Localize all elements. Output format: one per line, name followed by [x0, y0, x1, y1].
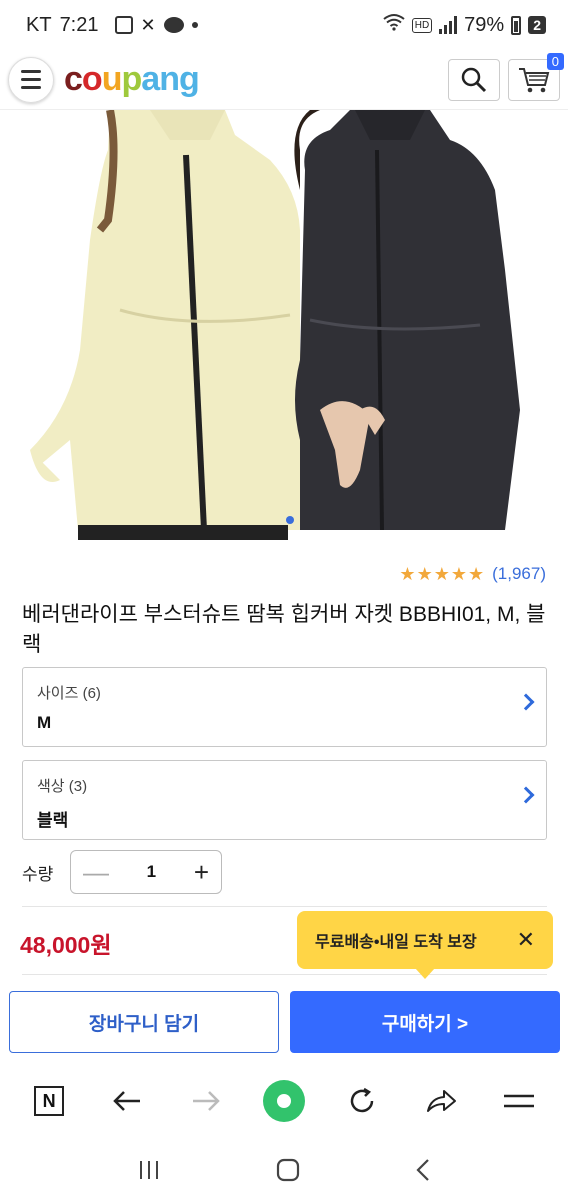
share-icon [426, 1090, 456, 1112]
home-icon [262, 1080, 305, 1122]
menu-button[interactable] [496, 1078, 542, 1124]
color-option-value: 블랙 [37, 811, 69, 830]
more-notifications-icon [191, 22, 198, 28]
arrow-right-icon [192, 1091, 220, 1111]
add-to-cart-button[interactable]: 장바구니 담기 [9, 991, 279, 1053]
size-option-label: 사이즈 (6) [37, 685, 101, 702]
color-option-label: 색상 (3) [37, 778, 88, 795]
product-title: 베러댄라이프 부스터슈트 땀복 힙커버 자켓 BBBHI01, M, 블랙 [22, 603, 546, 656]
review-count[interactable]: (1,967) [492, 564, 546, 584]
star-rating: ★ ★ ★ ★ ★ [399, 565, 484, 583]
arrow-left-icon [113, 1091, 141, 1111]
search-icon [461, 67, 487, 92]
wifi-icon [383, 13, 405, 37]
buy-now-button[interactable]: 구매하기 > [290, 991, 560, 1053]
logo-letter: u [101, 60, 123, 98]
product-image[interactable] [0, 110, 568, 540]
hd-voice-icon: HD [411, 17, 433, 33]
status-bar: KT 7:21 ✕ HD 79% 2 [0, 0, 568, 50]
star-icon: ★ [450, 564, 467, 584]
decrease-button[interactable]: — [83, 857, 109, 888]
size-option-value: M [37, 713, 52, 732]
refresh-button[interactable] [339, 1078, 385, 1124]
quantity-value[interactable]: 1 [147, 862, 156, 882]
logo-letter: c [64, 60, 83, 98]
back-button[interactable] [104, 1078, 150, 1124]
star-icon: ★ [416, 564, 433, 584]
divider [22, 974, 547, 975]
search-button[interactable] [448, 58, 500, 101]
home-button[interactable] [261, 1078, 307, 1124]
menu-button[interactable] [8, 56, 54, 103]
divider [22, 906, 547, 907]
naver-button[interactable]: N [26, 1078, 72, 1124]
delivery-tooltip-text: 무료배송•내일 도착 보장 [315, 934, 477, 951]
quantity-label: 수량 [22, 864, 54, 884]
notification-count: 2 [528, 16, 546, 34]
forward-button[interactable] [183, 1078, 229, 1124]
color-option-select[interactable]: 색상 (3) 블랙 [22, 760, 547, 840]
cart-count-badge: 0 [546, 52, 564, 70]
coupang-logo[interactable]: coupang [64, 60, 200, 99]
signal-icon [439, 16, 458, 34]
increase-button[interactable]: + [194, 857, 209, 888]
star-icon: ★ [399, 564, 416, 584]
battery-icon [511, 15, 522, 35]
home-nav-button[interactable] [276, 1158, 300, 1182]
share-button[interactable] [418, 1078, 464, 1124]
logo-letter: n [159, 60, 180, 98]
logo-letter: p [121, 60, 142, 98]
back-nav-button[interactable] [415, 1158, 431, 1182]
quantity-row: 수량 — 1 + [22, 850, 222, 894]
star-icon: ★ [433, 564, 450, 584]
system-navigation [0, 1140, 568, 1200]
price: 48,000원 [20, 932, 112, 958]
cart-icon [519, 67, 550, 92]
app-header: coupang 0 [0, 50, 568, 110]
tools-icon: ✕ [140, 14, 156, 35]
close-icon[interactable]: ✕ [517, 927, 535, 953]
logo-letter: g [178, 60, 200, 98]
hamburger-icon [503, 1094, 534, 1108]
talk-icon [163, 17, 184, 33]
logo-letter: a [141, 60, 160, 98]
star-icon: ★ [467, 564, 485, 584]
carrier-label: KT [26, 13, 52, 36]
gallery-icon [114, 16, 133, 34]
clock: 7:21 [59, 13, 99, 36]
browser-toolbar: N [0, 1068, 568, 1134]
cart-button[interactable]: 0 [508, 52, 564, 101]
quantity-stepper[interactable]: — 1 + [70, 850, 222, 894]
size-option-select[interactable]: 사이즈 (6) M [22, 667, 547, 747]
recent-apps-button[interactable] [137, 1159, 161, 1181]
naver-icon: N [34, 1086, 65, 1116]
rating[interactable]: ★ ★ ★ ★ ★ (1,967) [399, 564, 546, 584]
refresh-icon [351, 1087, 374, 1113]
delivery-tooltip: 무료배송•내일 도착 보장 ✕ [297, 911, 553, 979]
battery-percent: 79% [464, 13, 505, 36]
logo-letter: o [81, 60, 103, 98]
